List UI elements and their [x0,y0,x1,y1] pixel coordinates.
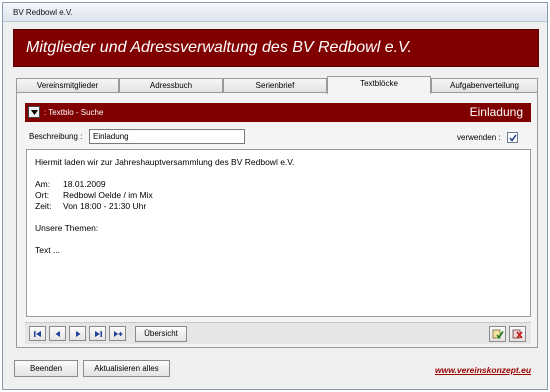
textblock-panel: : Textblo - Suche Einladung Beschreibung… [16,92,538,348]
last-record-button[interactable] [89,326,106,341]
refresh-all-button[interactable]: Aktualisieren alles [83,360,170,377]
app-window: BV Redbowl e.V. Mitglieder und Adressver… [2,2,548,390]
save-record-button[interactable] [489,326,506,342]
window-titlebar[interactable]: BV Redbowl e.V. [3,3,547,22]
tab-vereinsmitglieder[interactable]: Vereinsmitglieder [16,78,119,93]
body-line-text: Text ... [35,245,61,255]
header-banner: Mitglieder und Adressverwaltung des BV R… [13,29,539,67]
date-value: 18.01.2009 [63,179,106,189]
date-key: Am: [35,179,51,189]
last-record-icon [95,331,102,337]
use-checkbox[interactable] [507,132,518,143]
textblock-search-label: : Textblo - Suche [44,108,104,117]
website-link[interactable]: www.vereinskonzept.eu [435,365,531,375]
previous-record-icon [55,331,60,337]
checkmark-icon [509,134,517,142]
delete-record-icon [512,329,523,339]
next-record-icon [76,331,81,337]
first-record-icon [34,331,41,337]
textblock-dropdown-button[interactable] [28,106,40,118]
time-value: Von 18:00 - 21:30 Uhr [63,201,147,211]
tab-serienbrief[interactable]: Serienbrief [223,78,327,93]
description-input[interactable] [89,129,245,144]
tab-adressbuch[interactable]: Adressbuch [119,78,223,93]
body-line-time: Zeit: Von 18:00 - 21:30 Uhr [35,201,146,211]
previous-record-button[interactable] [49,326,66,341]
description-label: Beschreibung : [29,132,83,141]
place-value: Redbowl Oelde / im Mix [63,190,153,200]
record-navigation-bar: Übersicht [25,322,531,344]
body-line-place: Ort: Redbowl Oelde / im Mix [35,190,153,200]
textblock-search-bar: : Textblo - Suche Einladung [25,103,531,122]
first-record-button[interactable] [29,326,46,341]
body-line-date: Am: 18.01.2009 [35,179,106,189]
save-record-icon [492,329,504,339]
next-record-button[interactable] [69,326,86,341]
delete-record-button[interactable] [509,326,526,342]
tab-textbloecke[interactable]: Textblöcke [327,76,431,94]
textblock-selected-name: Einladung [469,105,523,119]
new-record-button[interactable] [109,326,126,341]
chevron-down-icon [31,110,38,115]
new-record-icon [114,331,123,337]
window-title: BV Redbowl e.V. [13,8,73,17]
body-line-topics: Unsere Themen: [35,223,99,233]
use-label: verwenden : [457,133,501,142]
textblock-body[interactable]: Hiermit laden wir zur Jahreshauptversamm… [26,149,531,317]
page-title: Mitglieder und Adressverwaltung des BV R… [26,39,412,56]
quit-button[interactable]: Beenden [14,360,78,377]
body-line-intro: Hiermit laden wir zur Jahreshauptversamm… [35,157,295,167]
time-key: Zeit: [35,201,52,211]
overview-button[interactable]: Übersicht [135,326,187,342]
tab-bar: Vereinsmitglieder Adressbuch Serienbrief… [16,76,538,94]
tab-aufgabenverteilung[interactable]: Aufgabenverteilung [431,78,538,93]
place-key: Ort: [35,190,50,200]
